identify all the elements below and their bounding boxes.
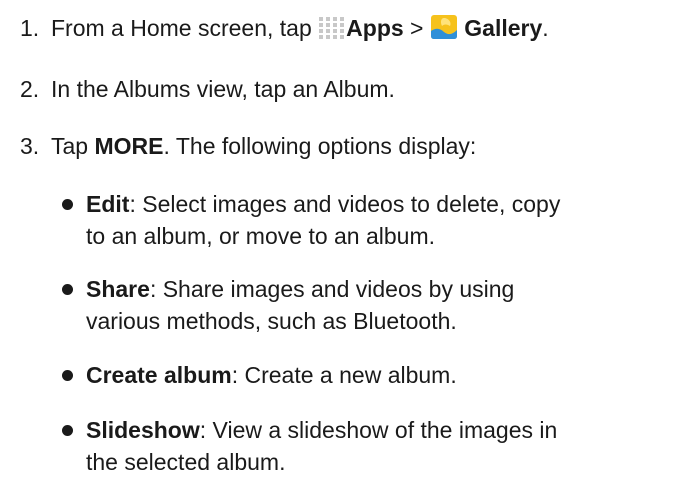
step-text-end: . The following options display: <box>163 133 477 159</box>
option-desc: : Select images and videos to delete, co… <box>129 191 561 217</box>
option-desc: : Create a new album. <box>231 362 457 388</box>
step-number: 2. <box>20 76 40 102</box>
apps-label: Apps <box>346 15 404 41</box>
step-2: 2. In the Albums view, tap an Album. <box>20 73 688 105</box>
option-term: Share <box>86 276 150 302</box>
option-term: Slideshow <box>86 417 200 443</box>
option-desc-cont: various methods, such as Bluetooth. <box>86 308 457 334</box>
option-share: Share: Share images and videos by using … <box>62 273 688 337</box>
option-desc-cont: to an album, or move to an album. <box>86 223 436 249</box>
apps-grid-icon <box>318 16 346 48</box>
gallery-label: Gallery <box>464 15 543 41</box>
separator: > <box>403 15 430 41</box>
option-term: Edit <box>86 191 130 217</box>
option-desc: : View a slideshow of the images in <box>199 417 558 443</box>
bullet-dot <box>62 425 73 436</box>
gallery-icon <box>430 14 458 48</box>
option-slideshow: Slideshow: View a slideshow of the image… <box>62 414 688 478</box>
step-number: 1. <box>20 15 40 41</box>
option-edit: Edit: Select images and videos to delete… <box>62 188 688 252</box>
step-text: Tap <box>51 133 95 159</box>
step-number: 3. <box>20 133 40 159</box>
bullet-dot <box>62 199 73 210</box>
instructions-document: 1. From a Home screen, tap Apps > Gallery… <box>0 0 698 480</box>
step-end: . <box>542 15 549 41</box>
option-create-album: Create album: Create a new album. <box>62 359 688 391</box>
bullet-dot <box>62 370 73 381</box>
step-text: From a Home screen, tap <box>51 15 319 41</box>
step-text: In the Albums view, tap an Album. <box>51 76 395 102</box>
option-term: Create album <box>86 362 232 388</box>
option-desc-cont: the selected album. <box>86 449 286 475</box>
step-1: 1. From a Home screen, tap Apps > Gallery… <box>20 12 688 48</box>
bullet-dot <box>62 284 73 295</box>
option-desc: : Share images and videos by using <box>149 276 515 302</box>
step-3: 3. Tap MORE. The following options displa… <box>20 130 688 162</box>
more-label: MORE <box>94 133 164 159</box>
